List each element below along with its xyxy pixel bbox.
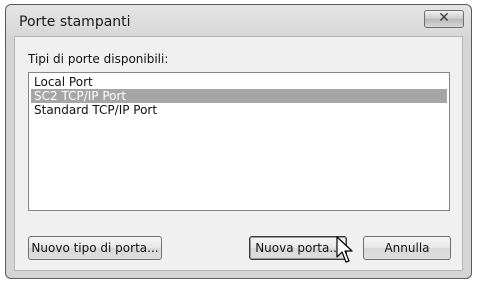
close-icon: ✕ <box>438 10 450 26</box>
ports-label: Tipi di porte disponibili: <box>28 52 169 66</box>
dialog-content: Tipi di porte disponibili: Local Port SC… <box>14 36 463 271</box>
port-item-local[interactable]: Local Port <box>31 75 447 89</box>
mouse-pointer-icon <box>336 236 353 263</box>
ports-listbox[interactable]: Local Port SC2 TCP/IP Port Standard TCP/… <box>28 72 450 211</box>
close-button[interactable]: ✕ <box>424 10 464 28</box>
new-port-type-button[interactable]: Nuovo tipo di porta... <box>28 236 162 260</box>
cancel-button[interactable]: Annulla <box>363 236 451 260</box>
new-port-button[interactable]: Nuova porta... <box>249 236 347 260</box>
port-item-standard-tcpip[interactable]: Standard TCP/IP Port <box>31 103 447 117</box>
dialog-window: Porte stampanti ✕ Tipi di porte disponib… <box>5 4 472 279</box>
port-item-sc2-tcpip[interactable]: SC2 TCP/IP Port <box>31 89 447 103</box>
dialog-title: Porte stampanti <box>19 14 131 30</box>
